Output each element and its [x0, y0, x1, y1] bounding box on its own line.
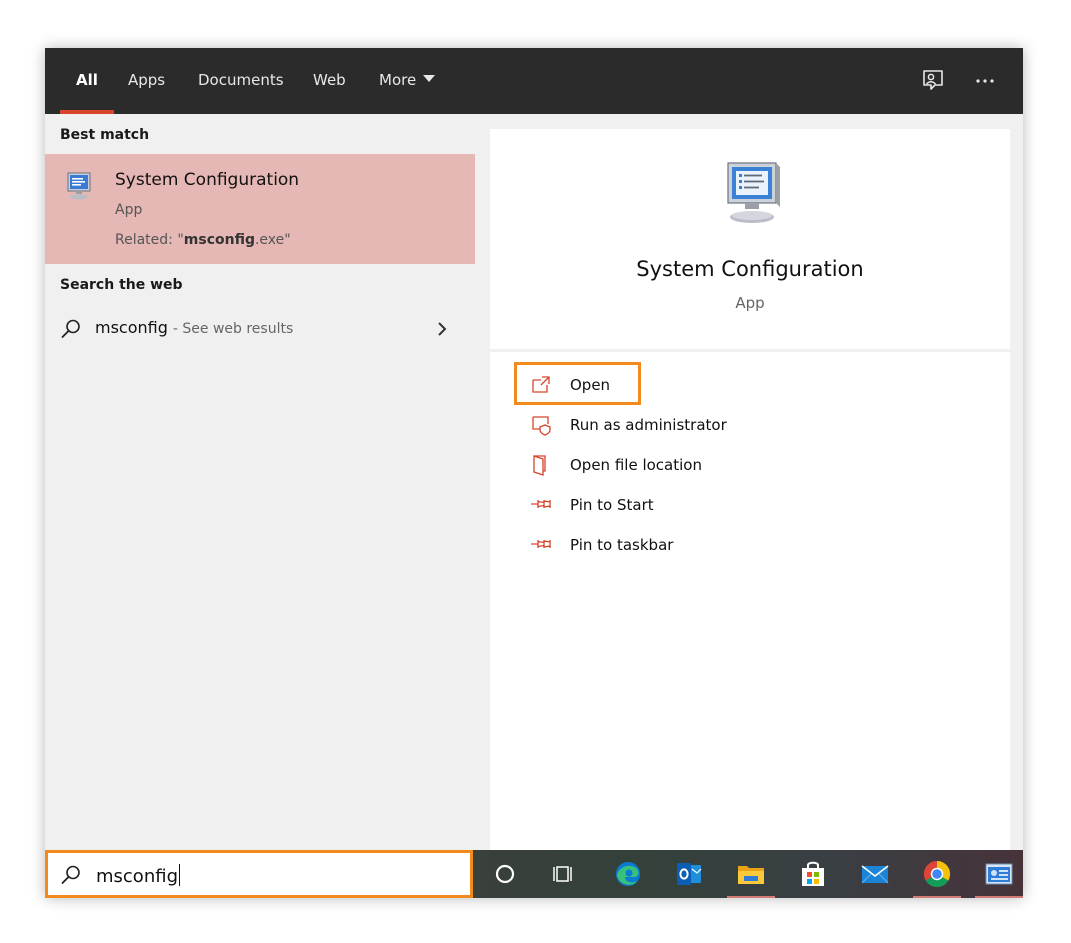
app-preview-card: System Configuration App [490, 129, 1010, 349]
open-icon [532, 376, 550, 393]
system-configuration-icon [67, 172, 91, 200]
action-pin-to-taskbar-label: Pin to taskbar [570, 536, 674, 554]
best-match-result[interactable]: System Configuration App Related: "mscon… [45, 154, 475, 264]
search-input[interactable]: msconfig [96, 864, 180, 887]
detail-pane: System Configuration App Open Run as adm… [475, 114, 1023, 850]
text-cursor [179, 864, 180, 886]
search-icon [61, 319, 80, 338]
feedback-icon[interactable] [920, 68, 946, 94]
control-panel-running-indicator [975, 896, 1023, 898]
action-pin-to-start-label: Pin to Start [570, 496, 654, 514]
tab-documents[interactable]: Documents [198, 48, 284, 114]
best-match-label: Best match [60, 127, 150, 143]
web-result-text: msconfig - See web results [95, 318, 293, 337]
file-explorer-icon[interactable] [735, 858, 767, 890]
best-match-title: System Configuration [115, 170, 300, 190]
edge-icon[interactable] [612, 858, 644, 890]
more-options-icon[interactable] [972, 68, 998, 94]
related-prefix: Related: " [115, 232, 184, 248]
file-location-icon [533, 455, 546, 476]
action-run-as-administrator-label: Run as administrator [570, 416, 727, 434]
search-filter-bar: All Apps Documents Web More [45, 48, 1023, 114]
mail-icon[interactable] [859, 858, 891, 890]
best-match-type: App [115, 202, 143, 218]
store-icon[interactable] [797, 858, 829, 890]
results-pane: Best match System Configuration App Rela… [45, 114, 475, 850]
task-view-icon[interactable] [549, 858, 581, 890]
best-match-related: Related: "msconfig.exe" [115, 232, 291, 248]
tab-more-label: More [379, 71, 417, 89]
web-search-term: msconfig [95, 318, 168, 337]
control-panel-icon[interactable] [983, 858, 1015, 890]
action-open-label: Open [570, 376, 611, 394]
action-open-file-location-label: Open file location [570, 456, 702, 474]
pin-icon [531, 540, 551, 548]
search-icon [61, 865, 80, 884]
web-result-row[interactable]: msconfig - See web results [45, 309, 475, 349]
chrome-running-indicator [913, 896, 961, 898]
tab-apps[interactable]: Apps [128, 48, 165, 114]
app-title: System Configuration [636, 257, 864, 281]
pin-icon [531, 500, 551, 508]
tab-web[interactable]: Web [313, 48, 346, 114]
outlook-icon[interactable] [673, 858, 705, 890]
tab-all[interactable]: All [60, 48, 114, 114]
chrome-icon[interactable] [921, 858, 953, 890]
web-result-hint: - See web results [172, 321, 294, 337]
chevron-right-icon[interactable] [435, 320, 449, 338]
chevron-down-icon [423, 75, 436, 82]
related-term: msconfig [183, 232, 255, 248]
cortana-icon[interactable] [489, 858, 521, 890]
search-input-value: msconfig [96, 866, 178, 887]
taskbar [473, 850, 1023, 898]
admin-shield-icon [532, 416, 551, 436]
system-configuration-large-icon [727, 162, 780, 223]
app-type: App [735, 294, 765, 312]
file-explorer-running-indicator [727, 896, 775, 898]
search-web-label: Search the web [60, 277, 183, 293]
tab-more[interactable]: More [379, 48, 436, 114]
related-suffix: .exe" [254, 232, 291, 248]
search-box[interactable]: msconfig [45, 850, 473, 898]
app-actions-card: Open Run as administrator Open file loca… [490, 352, 1010, 850]
